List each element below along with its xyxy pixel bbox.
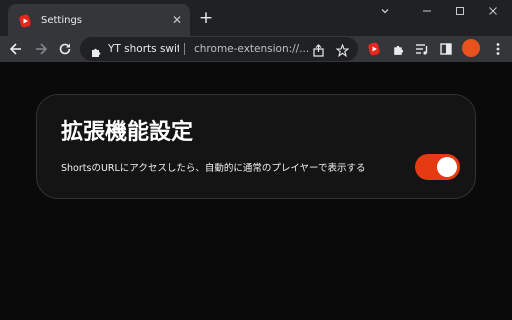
back-arrow-icon[interactable]	[6, 39, 26, 59]
forward-arrow-icon[interactable]	[31, 39, 51, 59]
shorts-redirect-label: ShortsのURLにアクセスしたら、自動的に通常のプレイヤーで表示する	[61, 163, 366, 174]
browser-toolbar: YT shorts switch chrome-extension://...	[0, 36, 512, 62]
tab-settings[interactable]: Settings ✕	[8, 4, 190, 36]
extension-red-play-icon[interactable]	[364, 39, 384, 59]
more-menu-icon[interactable]	[488, 39, 508, 59]
reload-icon[interactable]	[55, 39, 75, 59]
tab-title: Settings	[41, 14, 83, 26]
address-bar[interactable]: YT shorts switch chrome-extension://...	[80, 37, 358, 61]
close-window-icon[interactable]	[478, 3, 508, 19]
new-tab-button[interactable]: +	[198, 10, 214, 27]
share-icon[interactable]	[312, 42, 325, 61]
chevron-down-icon[interactable]	[370, 3, 400, 19]
bookmark-star-icon[interactable]	[335, 42, 350, 61]
shorts-redirect-toggle[interactable]	[415, 154, 460, 180]
extension-name: YT shorts switch	[108, 43, 179, 55]
extension-favicon-icon	[18, 13, 32, 28]
settings-card: 拡張機能設定 ShortsのURLにアクセスしたら、自動的に通常のプレイヤーで表…	[36, 94, 476, 199]
avatar[interactable]	[462, 39, 480, 57]
toggle-knob	[437, 157, 457, 177]
page-title: 拡張機能設定	[61, 120, 194, 145]
maximize-icon[interactable]	[445, 3, 475, 19]
omnibox-separator	[184, 43, 185, 55]
url-text: chrome-extension://...	[194, 43, 310, 55]
minimize-icon[interactable]	[412, 3, 442, 19]
close-tab-icon[interactable]: ✕	[170, 13, 184, 27]
side-panel-icon[interactable]	[436, 39, 456, 59]
tab-strip: Settings ✕ +	[0, 0, 512, 36]
puzzle-icon	[90, 43, 102, 62]
extension-settings-page: 拡張機能設定 ShortsのURLにアクセスしたら、自動的に通常のプレイヤーで表…	[0, 62, 512, 320]
extensions-puzzle-icon[interactable]	[388, 39, 408, 59]
media-queue-icon[interactable]	[412, 39, 432, 59]
